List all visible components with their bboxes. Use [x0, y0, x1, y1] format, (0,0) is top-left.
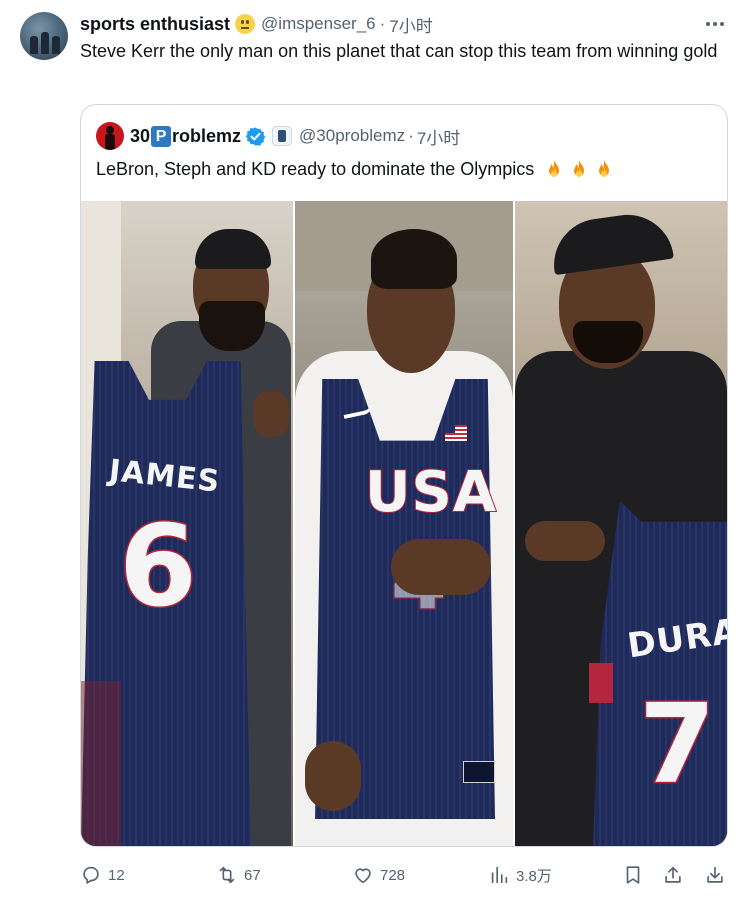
quoted-handle[interactable]: @30problemz — [299, 126, 405, 146]
hand — [391, 539, 491, 595]
avatar[interactable] — [20, 12, 68, 60]
avatar-figure — [30, 36, 38, 54]
jersey-number-7: 7 — [638, 680, 718, 808]
like-button[interactable]: 728 — [352, 860, 405, 890]
jersey-side-panel — [589, 663, 613, 703]
fire-emoji-icon — [599, 159, 610, 177]
hand — [253, 391, 289, 437]
action-bar: 12 67 728 3.8万 — [80, 860, 732, 890]
quoted-display-name[interactable]: 30 P roblemz — [130, 125, 242, 147]
quoted-name-prefix: 30 — [130, 125, 151, 146]
quoted-tweet-header: 30 P roblemz @30problemz · 7小时 — [96, 122, 460, 150]
media-photo-lebron[interactable]: JAMES 6 — [81, 201, 293, 846]
affiliate-badge-icon[interactable] — [272, 126, 293, 146]
tweet-header: sports enthusiast @imspenser_6 · 7小时 — [80, 12, 433, 36]
timestamp[interactable]: 7小时 — [389, 12, 432, 37]
quoted-tweet[interactable]: 30 P roblemz @30problemz · 7小时 LeBron, S… — [80, 104, 728, 847]
jersey-tag — [463, 761, 495, 783]
quoted-timestamp[interactable]: 7小时 — [417, 124, 460, 149]
media-photo-steph[interactable]: USA 4 — [295, 201, 513, 846]
tweet[interactable]: sports enthusiast @imspenser_6 · 7小时 Ste… — [0, 0, 749, 899]
hand — [305, 741, 361, 811]
user-handle[interactable]: @imspenser_6 — [261, 14, 376, 34]
separator: · — [379, 14, 386, 33]
separator: · — [408, 126, 414, 145]
retweet-icon — [219, 866, 235, 884]
hand — [525, 521, 605, 561]
heart-icon — [355, 868, 371, 884]
more-options-icon[interactable] — [703, 12, 727, 36]
reply-count: 12 — [108, 866, 125, 884]
quoted-name-suffix: roblemz — [172, 125, 242, 146]
avatar-figure — [41, 32, 49, 54]
display-name[interactable]: sports enthusiast — [80, 14, 230, 35]
quoted-avatar[interactable] — [96, 122, 124, 150]
download-button[interactable] — [704, 860, 726, 890]
quoted-text: LeBron, Steph and KD ready to dominate t… — [96, 159, 535, 179]
verified-badge-icon — [245, 126, 266, 146]
jersey-side-panel — [81, 681, 121, 846]
tweet-text: Steve Kerr the only man on this planet t… — [80, 41, 718, 61]
media-photo-kd[interactable]: DURANT 7 — [515, 201, 727, 846]
hair — [371, 229, 457, 289]
analytics-icon — [491, 866, 508, 884]
jersey-number-6: 6 — [118, 502, 199, 632]
jersey-text-usa: USA — [364, 460, 498, 525]
views-button[interactable]: 3.8万 — [488, 860, 552, 890]
bookmark-icon — [626, 866, 640, 884]
reply-icon — [83, 866, 99, 884]
quoted-tweet-text: LeBron, Steph and KD ready to dominate t… — [96, 157, 615, 182]
neutral-face-emoji-icon — [235, 14, 256, 34]
reply-button[interactable]: 12 — [80, 860, 125, 890]
media-grid[interactable]: JAMES 6 USA 4 — [81, 201, 727, 846]
like-count: 728 — [380, 866, 406, 884]
durag — [195, 229, 271, 269]
us-flag-icon — [445, 425, 467, 441]
quoted-name-letter: P — [151, 125, 172, 147]
bookmark-button[interactable] — [622, 860, 644, 890]
download-icon — [707, 866, 723, 883]
avatar-figure — [52, 36, 60, 54]
retweet-button[interactable]: 67 — [216, 860, 261, 890]
cap — [548, 208, 674, 276]
share-icon — [665, 866, 681, 883]
share-button[interactable] — [662, 860, 684, 890]
retweet-count: 67 — [244, 866, 261, 884]
fire-emoji-icon — [574, 159, 585, 177]
view-count: 3.8万 — [516, 867, 552, 885]
fire-emoji-icon — [549, 159, 560, 177]
